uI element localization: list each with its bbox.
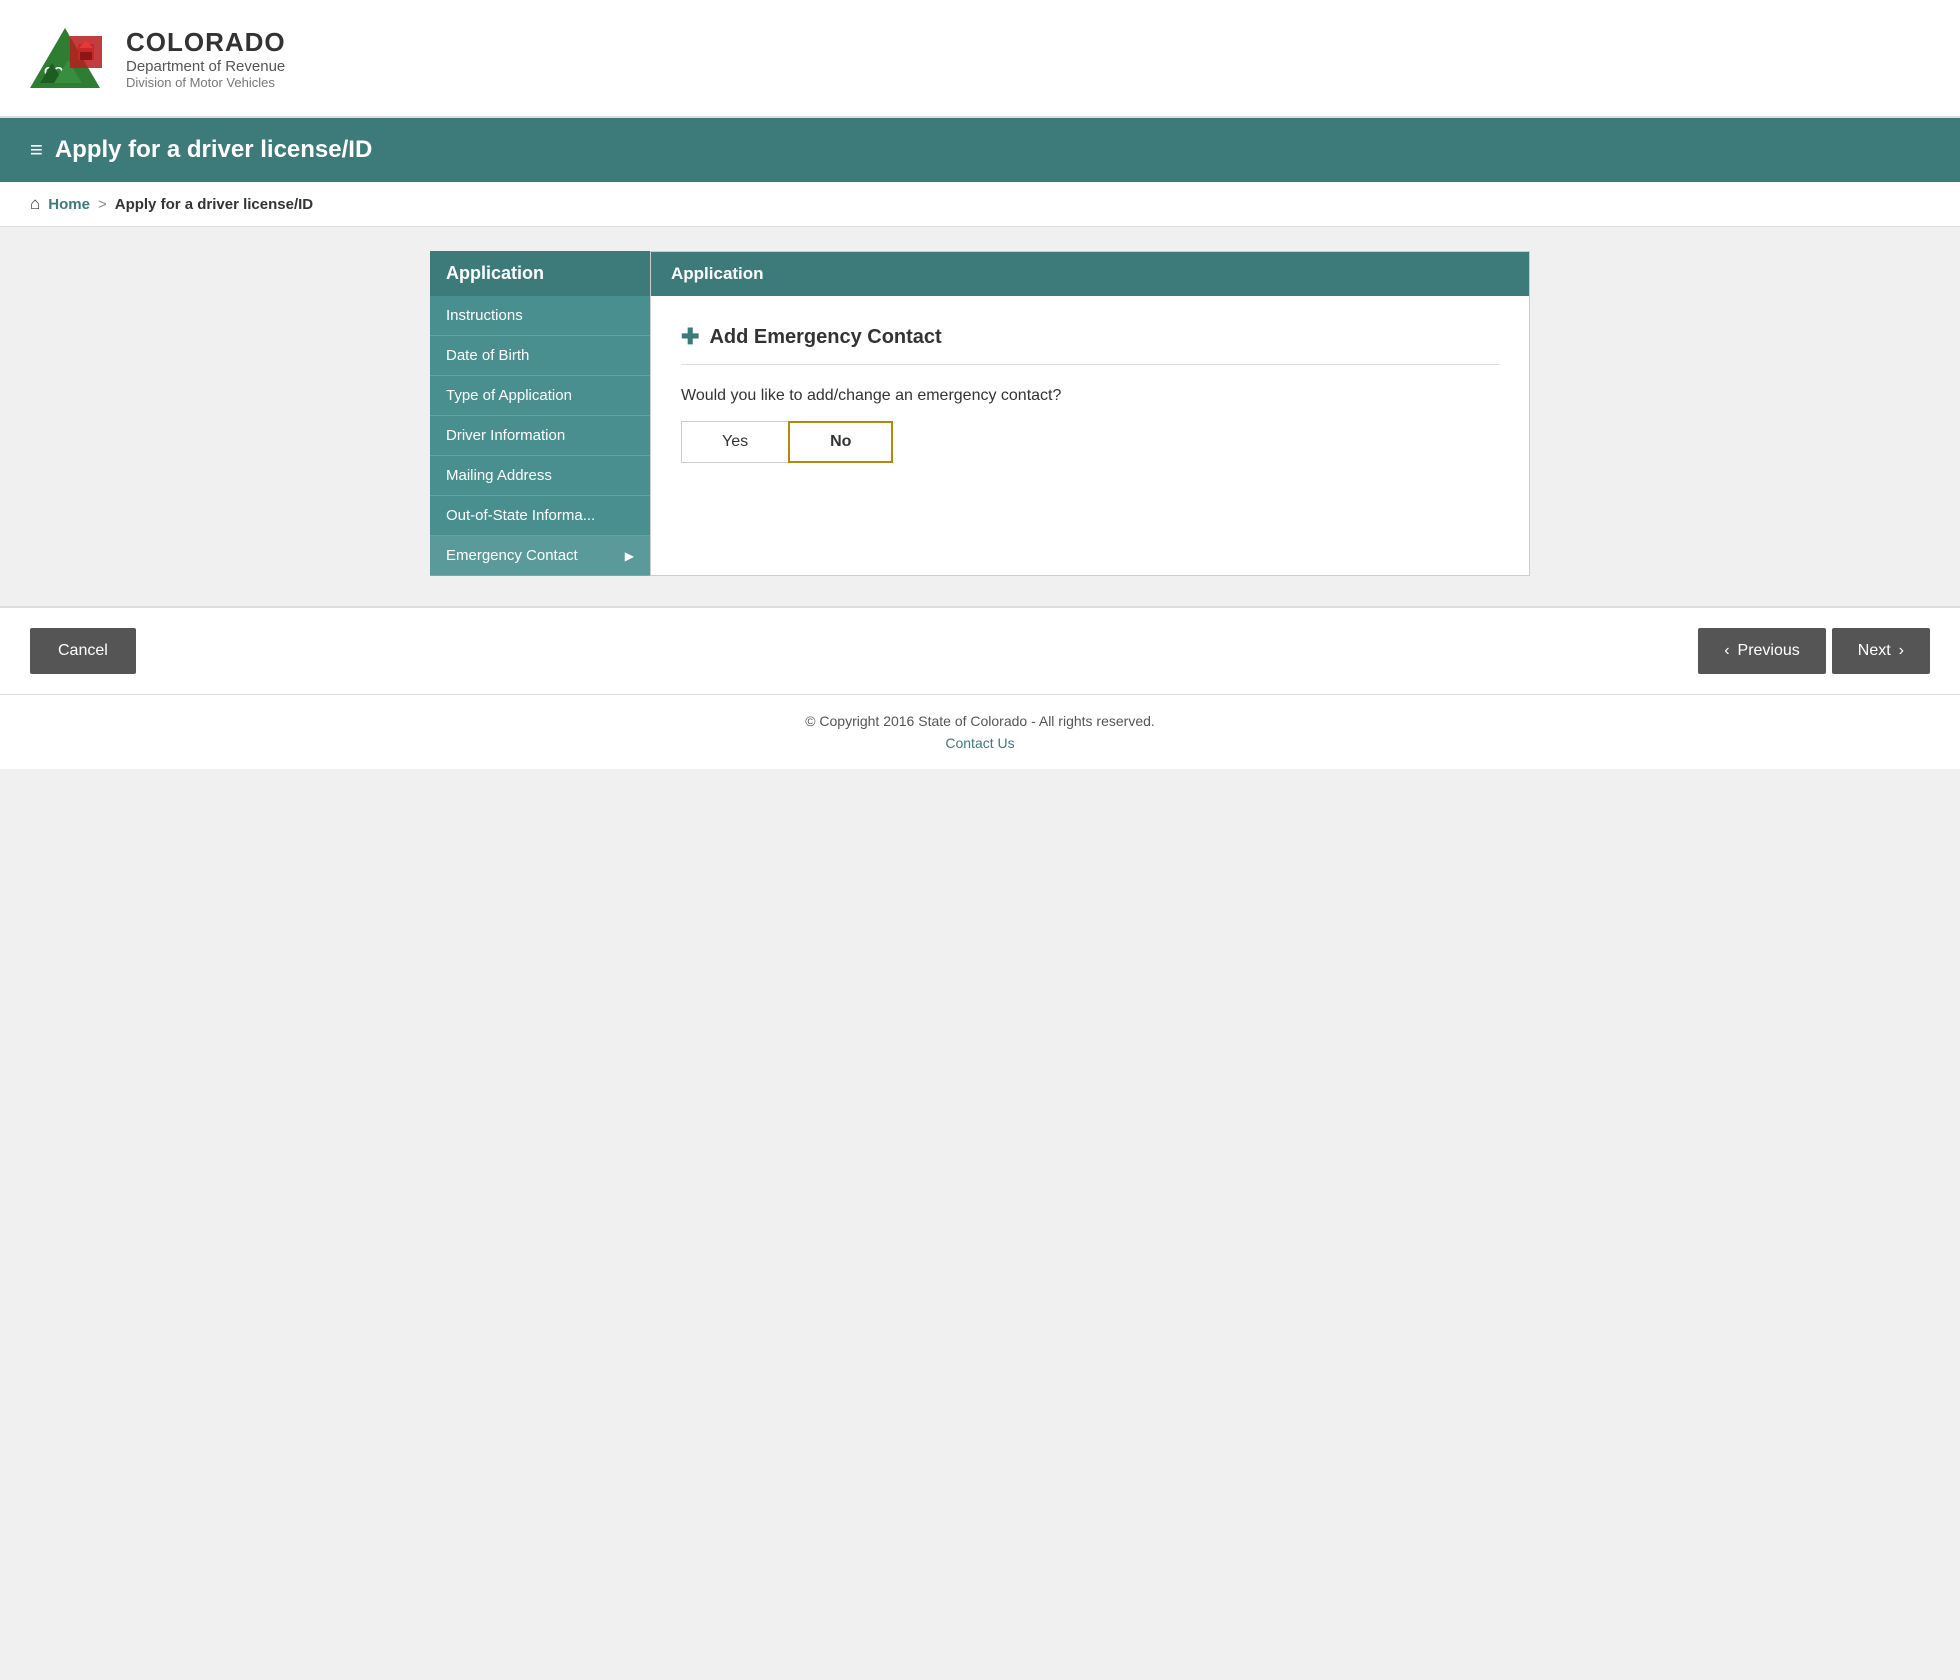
org-name: COLORADO xyxy=(126,27,286,58)
content-panel-title: Application xyxy=(651,252,1529,296)
copyright-text: © Copyright 2016 State of Colorado - All… xyxy=(805,713,1155,729)
sidebar: Application Instructions Date of Birth T… xyxy=(430,251,650,576)
section-divider xyxy=(681,364,1499,365)
main-container: Application Instructions Date of Birth T… xyxy=(400,251,1560,576)
next-arrow: › xyxy=(1899,642,1904,660)
section-title: ✚ Add Emergency Contact xyxy=(681,324,1499,350)
breadcrumb-home[interactable]: Home xyxy=(48,196,90,213)
yes-no-toggle: Yes No xyxy=(681,421,1499,463)
section-title-text: Add Emergency Contact xyxy=(709,326,941,349)
sidebar-item-outofstate[interactable]: Out-of-State Informa... xyxy=(430,496,650,536)
sidebar-item-driver[interactable]: Driver Information xyxy=(430,416,650,456)
sidebar-item-type[interactable]: Type of Application xyxy=(430,376,650,416)
breadcrumb: ⌂ Home > Apply for a driver license/ID xyxy=(0,182,1960,227)
dept-name: Department of Revenue xyxy=(126,58,286,75)
sidebar-header: Application xyxy=(430,251,650,296)
question-text: Would you like to add/change an emergenc… xyxy=(681,387,1499,405)
next-button[interactable]: Next › xyxy=(1832,628,1930,674)
home-icon: ⌂ xyxy=(30,194,40,214)
sidebar-item-mailing[interactable]: Mailing Address xyxy=(430,456,650,496)
no-button[interactable]: No xyxy=(788,421,893,463)
page-header: CO COLORADO Department of Revenue Divisi… xyxy=(0,0,1960,118)
logo-text: COLORADO Department of Revenue Division … xyxy=(126,27,286,90)
next-label: Next xyxy=(1858,642,1891,660)
sidebar-item-instructions[interactable]: Instructions xyxy=(430,296,650,336)
menu-icon[interactable]: ≡ xyxy=(30,137,43,163)
logo-area: CO COLORADO Department of Revenue Divisi… xyxy=(30,18,286,98)
page-footer: © Copyright 2016 State of Colorado - All… xyxy=(0,694,1960,769)
breadcrumb-current: Apply for a driver license/ID xyxy=(115,196,313,213)
previous-label: Previous xyxy=(1738,642,1800,660)
yes-button[interactable]: Yes xyxy=(681,421,788,463)
title-bar: ≡ Apply for a driver license/ID xyxy=(0,118,1960,182)
content-area: Application ✚ Add Emergency Contact Woul… xyxy=(650,251,1530,576)
cancel-button[interactable]: Cancel xyxy=(30,628,136,674)
content-body: ✚ Add Emergency Contact Would you like t… xyxy=(651,296,1529,491)
division-name: Division of Motor Vehicles xyxy=(126,75,286,90)
contact-us-link[interactable]: Contact Us xyxy=(18,735,1942,751)
nav-buttons: ‹ Previous Next › xyxy=(1698,628,1930,674)
breadcrumb-separator: > xyxy=(98,196,107,213)
bottom-nav: Cancel ‹ Previous Next › xyxy=(0,606,1960,694)
plus-icon: ✚ xyxy=(681,324,699,350)
sidebar-item-dob[interactable]: Date of Birth xyxy=(430,336,650,376)
cdor-logo: CO xyxy=(30,18,110,98)
previous-button[interactable]: ‹ Previous xyxy=(1698,628,1826,674)
prev-arrow: ‹ xyxy=(1724,642,1729,660)
page-title: Apply for a driver license/ID xyxy=(55,136,372,164)
sidebar-item-emergency[interactable]: Emergency Contact xyxy=(430,536,650,576)
